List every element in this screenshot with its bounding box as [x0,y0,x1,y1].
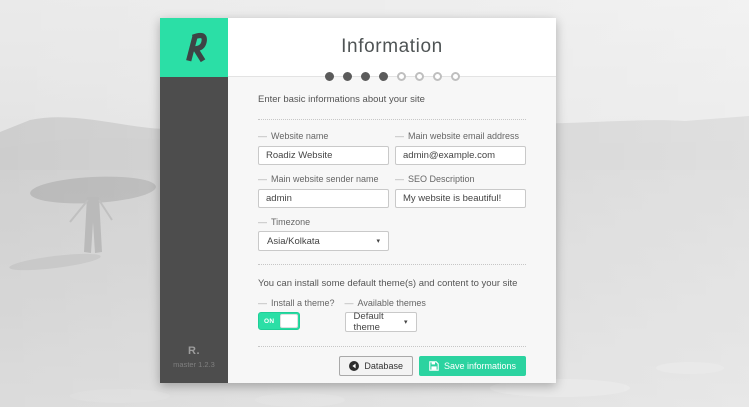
field-label: — Install a theme? [258,298,335,308]
field-sender-name: — Main website sender name [258,165,389,208]
step-dot [361,72,370,81]
website-name-input[interactable] [258,146,389,165]
main-panel: Information Enter basic informations abo… [228,18,556,383]
label-dash: — [258,298,267,308]
installer-card: R. master 1.2.3 Information Enter basic … [160,18,556,383]
toggle-state-label: ON [264,318,274,325]
field-email: — Main website email address [395,122,526,165]
database-back-button[interactable]: Database [339,356,413,376]
email-input[interactable] [395,146,526,165]
chevron-down-icon: ▾ [404,318,408,326]
sidebar-footer: R. master 1.2.3 [160,345,228,369]
timezone-select[interactable]: Asia/Kolkata ▾ [258,231,389,251]
install-theme-group: — Install a theme? ON [258,289,335,332]
field-seo-description: — SEO Description [395,165,526,208]
install-theme-toggle[interactable]: ON [258,312,300,330]
field-label: — Main website email address [395,131,526,141]
field-website-name: — Website name [258,122,389,165]
seo-description-input[interactable] [395,189,526,208]
buttons-row: Database Save informations [258,356,526,376]
field-label-text: Available themes [358,298,426,308]
sidebar: R. master 1.2.3 [160,18,228,383]
label-dash: — [258,131,267,141]
step-dot [451,72,460,81]
save-button-label: Save informations [444,361,516,371]
available-themes-group: — Available themes Default theme ▾ [345,289,426,332]
field-label: — Main website sender name [258,174,389,184]
form-content: Enter basic informations about your site… [228,77,556,383]
dotted-separator [258,346,526,347]
chevron-down-icon: ▾ [376,237,380,245]
label-dash: — [395,174,404,184]
field-label: — Website name [258,131,389,141]
progress-steps [228,72,556,81]
step-dot [433,72,442,81]
brand-logo-block [160,18,228,77]
toggle-knob[interactable] [280,314,298,328]
step-dot [343,72,352,81]
step-dot [379,72,388,81]
theme-row: — Install a theme? ON — Available themes… [258,289,526,332]
field-label-text: Main website email address [408,131,519,141]
step-dot [397,72,406,81]
field-label-text: Main website sender name [271,174,379,184]
field-label-text: Timezone [271,217,310,227]
intro-text: Enter basic informations about your site [258,94,526,105]
save-informations-button[interactable]: Save informations [419,356,526,376]
save-icon [429,361,439,371]
field-label: — SEO Description [395,174,526,184]
field-label: — Available themes [345,298,426,308]
step-dot [415,72,424,81]
label-dash: — [395,131,404,141]
label-dash: — [345,298,354,308]
timezone-selected-value: Asia/Kolkata [267,236,320,247]
footer-brand-mark: R. [160,345,228,357]
field-label-text: SEO Description [408,174,475,184]
dotted-separator [258,264,526,265]
site-info-form: — Website name — Main website email addr… [258,122,526,208]
sender-name-input[interactable] [258,189,389,208]
page-title: Information [341,36,443,58]
sidebar-body: R. master 1.2.3 [160,77,228,383]
label-dash: — [258,217,267,227]
label-dash: — [258,174,267,184]
field-label-text: Website name [271,131,328,141]
version-label: master 1.2.3 [160,360,228,369]
step-dot [325,72,334,81]
card-header: Information [228,18,556,77]
database-button-label: Database [364,361,403,371]
theme-intro-text: You can install some default theme(s) an… [258,278,526,289]
theme-select[interactable]: Default theme ▾ [345,312,417,332]
roadiz-logo-icon [177,31,211,65]
field-label-text: Install a theme? [271,298,335,308]
field-timezone: — Timezone Asia/Kolkata ▾ [258,217,526,251]
dotted-separator [258,119,526,120]
theme-selected-value: Default theme [354,311,396,333]
field-label: — Timezone [258,217,526,227]
back-arrow-icon [349,361,359,371]
